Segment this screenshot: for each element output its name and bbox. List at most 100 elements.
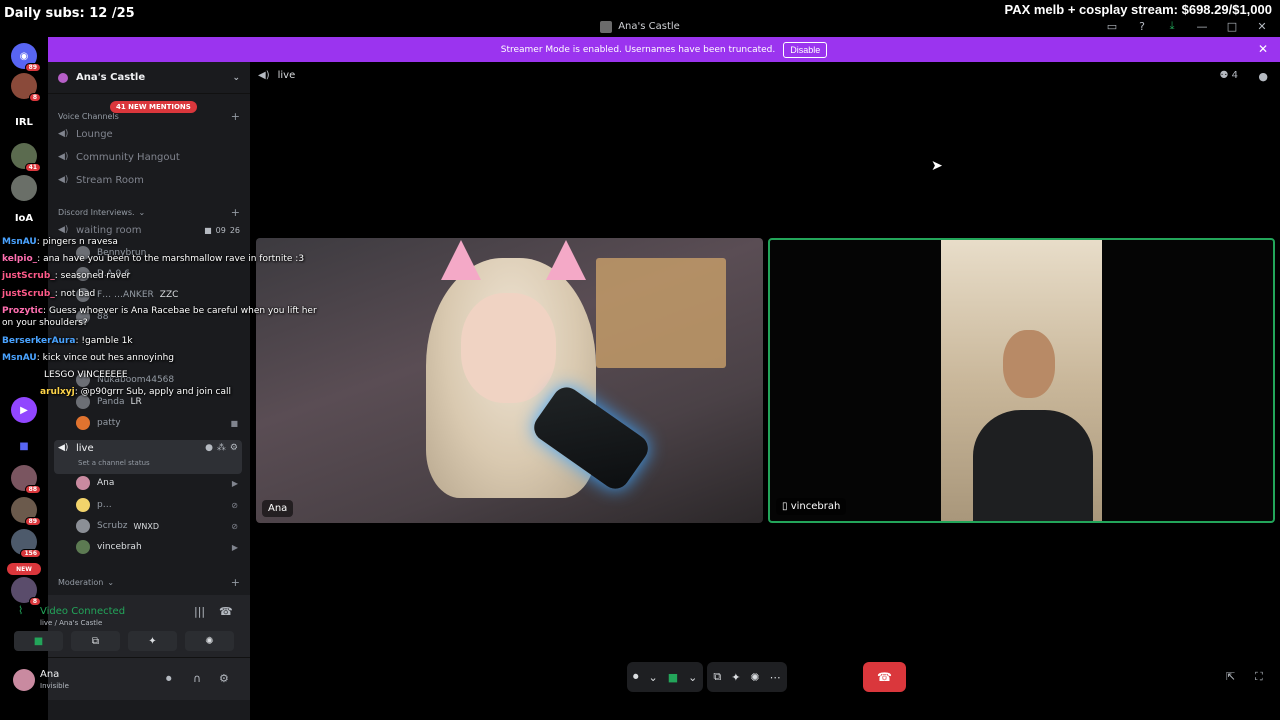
- headphones-icon[interactable]: ∩: [193, 672, 201, 685]
- chat-icon[interactable]: ●: [1258, 70, 1268, 83]
- voice-status-subtitle[interactable]: live / Ana's Castle: [40, 619, 102, 627]
- category-moderation[interactable]: Moderation ⌄ +: [58, 576, 240, 589]
- chat-text: not bad: [60, 289, 96, 299]
- server-icon[interactable]: 8: [11, 577, 41, 606]
- user-name[interactable]: Ana: [40, 669, 59, 680]
- microphone-icon[interactable]: ⏺: [633, 670, 639, 684]
- camera-icon: ▶: [231, 542, 238, 552]
- voice-status-title[interactable]: Video Connected: [40, 606, 125, 617]
- popout-icon[interactable]: ⇱: [1226, 670, 1235, 683]
- voice-user[interactable]: vincebrah ▶: [76, 538, 238, 556]
- badge: 41: [24, 163, 41, 172]
- chat-username: BerserkerAura: [2, 336, 76, 346]
- more-icon[interactable]: ⋯: [770, 671, 781, 684]
- invite-icon[interactable]: ⁂: [217, 443, 226, 453]
- speaker-icon: ◀): [58, 129, 69, 139]
- close-icon[interactable]: ✕: [1258, 42, 1268, 56]
- channel-live[interactable]: ◀) live ● ⁂ ⚙: [54, 440, 242, 474]
- activity-button[interactable]: ✦: [128, 631, 177, 651]
- server-icon[interactable]: 89: [11, 497, 41, 526]
- help-icon[interactable]: ?: [1134, 20, 1150, 33]
- video-tile-vincebrah[interactable]: ▯ vincebrah: [768, 238, 1275, 523]
- server-icon[interactable]: [11, 175, 37, 201]
- new-mentions-badge[interactable]: 41 NEW MENTIONS: [110, 101, 197, 113]
- server-irl[interactable]: IRL: [11, 109, 37, 135]
- banner-text: Streamer Mode is enabled. Usernames have…: [500, 44, 776, 55]
- chat-message-continued: on your shoulders?: [2, 318, 88, 328]
- camera-icon[interactable]: ■: [668, 671, 678, 684]
- maximize-button[interactable]: □: [1224, 20, 1240, 33]
- voice-user[interactable]: F… …ANKER ZZC: [76, 286, 238, 304]
- add-channel-icon[interactable]: +: [231, 110, 240, 123]
- screen-share-icon[interactable]: ⧉: [713, 670, 721, 684]
- folder-icon[interactable]: ■: [11, 433, 37, 459]
- voice-user[interactable]: patty ■: [76, 414, 238, 432]
- minimize-button[interactable]: —: [1194, 20, 1210, 33]
- chat-icon[interactable]: ●: [205, 443, 213, 453]
- avatar[interactable]: [13, 669, 35, 691]
- add-channel-icon[interactable]: +: [231, 206, 240, 219]
- signal-icon[interactable]: ⌇: [18, 604, 23, 617]
- voice-user[interactable]: p… ⊘: [76, 496, 238, 514]
- gear-icon[interactable]: ⚙: [219, 672, 229, 685]
- user-tag: WNXD: [133, 521, 160, 531]
- speaker-icon: ◀): [58, 443, 69, 453]
- close-button[interactable]: ✕: [1254, 20, 1270, 33]
- window-controls: ▭ ? ⤓ — □ ✕: [1104, 19, 1270, 33]
- channel-community-hangout[interactable]: ◀) Community Hangout: [58, 147, 240, 167]
- channel-counts: ■ 09 26: [204, 226, 240, 235]
- user-limit: 26: [229, 225, 240, 235]
- hang-up-button[interactable]: ☎: [863, 662, 906, 692]
- mic-control[interactable]: ⏺ ⌄ ■ ⌄: [627, 662, 704, 692]
- server-icon[interactable]: 156: [11, 529, 41, 558]
- twitch-icon[interactable]: ▶: [11, 397, 37, 423]
- add-channel-icon[interactable]: +: [231, 576, 240, 589]
- channel-lounge[interactable]: ◀) Lounge: [58, 124, 240, 144]
- soundboard-icon[interactable]: ✺: [750, 671, 759, 684]
- participants-count[interactable]: ⚉ 4: [1219, 70, 1238, 81]
- soundboard-button[interactable]: ✺: [185, 631, 234, 651]
- avatar: [76, 498, 90, 512]
- tile-label-text: vincebrah: [790, 501, 841, 512]
- guild-icon: [58, 72, 68, 83]
- category-discord-interviews[interactable]: Discord Interviews. ⌄ +: [58, 206, 240, 219]
- server-ioa[interactable]: IoA: [11, 205, 37, 231]
- badge: 8: [28, 597, 41, 606]
- chat-message: LESGO VINCEEEEE: [44, 370, 128, 380]
- user-name: p…: [97, 500, 112, 510]
- speaker-icon: ◀): [58, 225, 69, 235]
- inbox-icon[interactable]: ▭: [1104, 20, 1120, 33]
- microphone-icon[interactable]: ⏺: [166, 672, 172, 686]
- server-icon[interactable]: 41: [11, 143, 41, 172]
- camera-button[interactable]: ■: [14, 631, 63, 651]
- home-icon[interactable]: ◉ 89: [11, 43, 41, 72]
- background-poster: [596, 258, 726, 368]
- chevron-down-icon[interactable]: ⌄: [688, 671, 697, 684]
- server-rail: ◉ 89 8 IRL 41 IoA ▶ ■ 88 89 156 NEW 8: [0, 37, 48, 720]
- fullscreen-icon[interactable]: ⛶: [1255, 670, 1263, 684]
- voice-user[interactable]: Scrubz WNXD ⊘: [76, 517, 238, 535]
- call-controls: ⏺ ⌄ ■ ⌄ ⧉ ✦ ✺ ⋯: [627, 662, 787, 692]
- channel-status-hint[interactable]: Set a channel status: [78, 459, 150, 467]
- chevron-down-icon[interactable]: ⌄: [649, 671, 658, 684]
- new-badge: NEW: [7, 563, 41, 575]
- download-icon[interactable]: ⤓: [1164, 19, 1180, 33]
- gear-icon[interactable]: ⚙: [230, 443, 238, 453]
- participant-number: 4: [1231, 70, 1238, 81]
- disable-streamer-mode-button[interactable]: Disable: [783, 41, 828, 58]
- noise-suppression-icon[interactable]: |||: [194, 605, 205, 618]
- screen-share-button[interactable]: ⧉: [71, 631, 120, 651]
- mobile-icon: ▯: [782, 501, 791, 512]
- disconnect-icon[interactable]: ☎: [219, 605, 233, 618]
- gamepad-icon[interactable]: ✦: [731, 671, 740, 684]
- video-tile-ana[interactable]: Ana: [256, 238, 763, 523]
- server-icon[interactable]: 88: [11, 465, 41, 494]
- channel-stream-room[interactable]: ◀) Stream Room: [58, 170, 240, 190]
- guild-header[interactable]: Ana's Castle ⌄: [48, 62, 250, 94]
- user-name: F… …ANKER: [97, 290, 154, 300]
- server-icon[interactable]: 8: [11, 73, 41, 102]
- user-tag: LR: [130, 397, 142, 407]
- channel-label: Community Hangout: [76, 151, 180, 163]
- voice-user[interactable]: Ana ▶: [76, 474, 238, 492]
- chevron-down-icon: ⌄: [232, 72, 240, 83]
